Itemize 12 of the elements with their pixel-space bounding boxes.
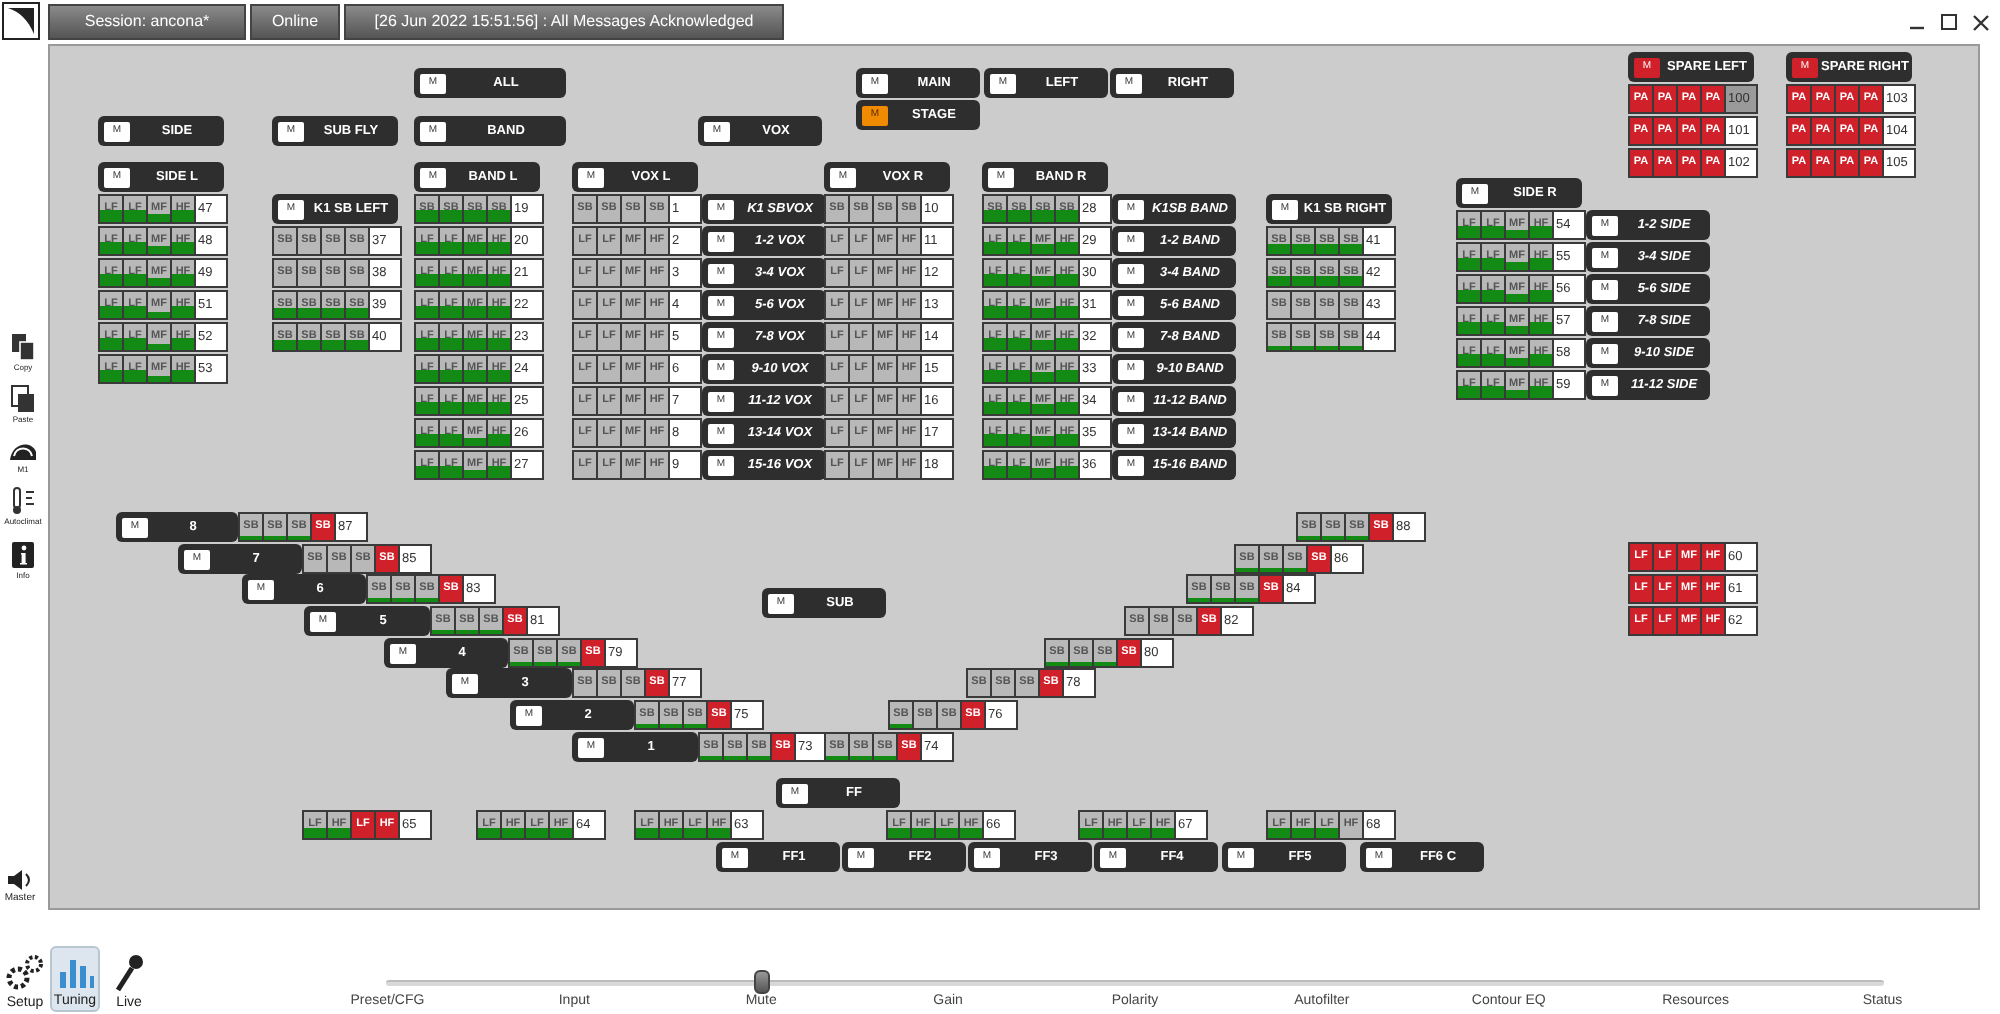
maximize-icon[interactable]	[1938, 12, 1960, 34]
status-message: [26 Jun 2022 15:51:56] : All Messages Acknowledged	[344, 4, 784, 40]
gears-icon	[3, 952, 47, 994]
copy-icon	[8, 332, 38, 362]
connection-status: Online	[250, 4, 340, 40]
logo-icon	[2, 2, 40, 40]
paste-icon	[8, 384, 38, 414]
session-label: Session: ancona*	[48, 4, 246, 40]
close-icon[interactable]	[1970, 12, 1992, 34]
climate-icon	[8, 486, 38, 516]
slider-thumb[interactable]	[753, 970, 770, 994]
info-icon	[8, 540, 38, 570]
